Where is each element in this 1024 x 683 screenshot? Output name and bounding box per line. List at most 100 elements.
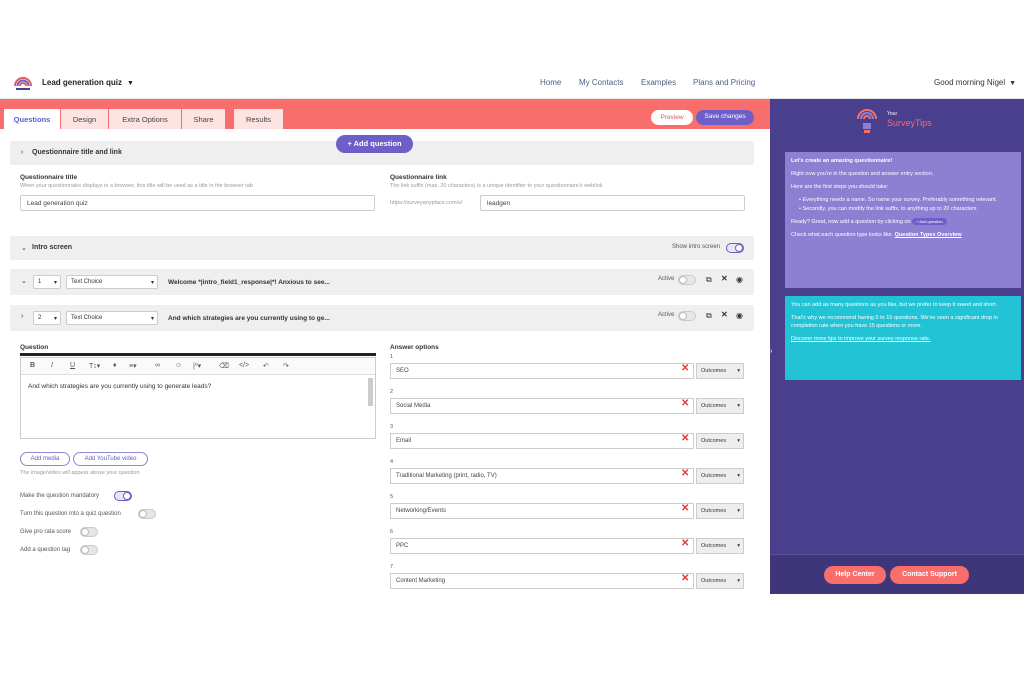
answer-option-input[interactable]: PPC [390, 538, 694, 554]
tip-bullet-text: Everything needs a name. So name your su… [802, 196, 998, 203]
outcomes-select[interactable]: Outcomes ▾ [696, 468, 744, 484]
placeholder-icon[interactable]: |⁰▾ [193, 362, 201, 370]
chevron-right-icon[interactable]: › [770, 348, 772, 355]
eye-icon[interactable]: ◉ [736, 275, 743, 284]
tab-share[interactable]: Share [182, 109, 225, 129]
remove-option-icon[interactable]: ✕ [681, 433, 689, 444]
tip-text: You can add as many questions as you lik… [791, 302, 998, 308]
question-tag-toggle[interactable] [80, 545, 98, 555]
tab-questions[interactable]: Questions [4, 109, 60, 129]
intro-screen-section-header[interactable]: ⌄ Intro screen [10, 236, 754, 260]
eye-icon[interactable]: ◉ [736, 311, 743, 320]
undo-icon[interactable]: ↶ [263, 362, 269, 370]
text-size-icon[interactable]: T↕▾ [89, 362, 100, 370]
remove-option-icon[interactable]: ✕ [681, 573, 689, 584]
emoji-icon[interactable]: ☺ [175, 362, 182, 369]
text-color-icon[interactable]: ♦ [113, 362, 117, 369]
pro-rata-toggle[interactable] [80, 527, 98, 537]
toggle-knob [139, 510, 147, 518]
tab-results[interactable]: Results [234, 109, 283, 129]
show-intro-toggle[interactable] [726, 243, 744, 253]
chevron-down-icon: ▼ [127, 80, 134, 87]
duplicate-icon[interactable]: ⧉ [706, 311, 712, 321]
code-icon[interactable]: </> [239, 362, 249, 369]
answer-option-number: 3 [390, 424, 394, 430]
outcomes-select[interactable]: Outcomes ▾ [696, 538, 744, 554]
answer-option-input[interactable]: Social Media [390, 398, 694, 414]
remove-option-icon[interactable]: ✕ [681, 398, 689, 409]
close-icon[interactable]: ✕ [721, 274, 728, 283]
nav-plans-pricing[interactable]: Plans and Pricing [693, 78, 755, 87]
questionnaire-link-input[interactable]: leadgen [480, 195, 745, 211]
add-media-button[interactable]: Add media [20, 452, 70, 466]
quiz-name-dropdown[interactable]: Lead generation quiz ▼ [42, 78, 134, 87]
italic-icon[interactable]: I [51, 362, 53, 369]
editor-scrollbar[interactable] [368, 378, 373, 406]
quiz-question-toggle[interactable] [138, 509, 156, 519]
close-icon[interactable]: ✕ [721, 310, 728, 319]
add-question-button[interactable]: + Add question [336, 135, 413, 153]
question-number-select[interactable]: 1 ▾ [33, 275, 61, 289]
remove-option-icon[interactable]: ✕ [681, 503, 689, 514]
question-number-select[interactable]: 2 ▾ [33, 311, 61, 325]
chevron-down-icon: ▾ [737, 508, 740, 514]
align-icon[interactable]: ≡▾ [129, 362, 137, 370]
mandatory-toggle[interactable] [114, 491, 132, 501]
outcomes-select[interactable]: Outcomes ▾ [696, 398, 744, 414]
outcomes-select[interactable]: Outcomes ▾ [696, 433, 744, 449]
add-question-badge[interactable]: + Add question [912, 217, 947, 225]
question-title[interactable]: Welcome *|intro_field1_response|*! Anxio… [168, 279, 330, 286]
nav-examples[interactable]: Examples [641, 78, 676, 87]
nav-home[interactable]: Home [540, 78, 561, 87]
greeting-label: Good morning Nigel [934, 78, 1006, 87]
active-toggle[interactable] [678, 275, 696, 285]
toggle-knob [81, 528, 89, 536]
contact-support-button[interactable]: Contact Support [890, 566, 969, 584]
clear-format-icon[interactable]: ⌫ [219, 362, 229, 370]
chevron-down-icon: ▾ [737, 473, 740, 479]
outcomes-label: Outcomes [701, 368, 727, 374]
remove-option-icon[interactable]: ✕ [681, 363, 689, 374]
section-label: Questionnaire title and link [32, 149, 122, 156]
answer-option-input[interactable]: Email [390, 433, 694, 449]
question-type-select[interactable]: Text Choice ▾ [66, 311, 158, 325]
tab-design[interactable]: Design [61, 109, 108, 129]
nav-my-contacts[interactable]: My Contacts [579, 78, 623, 87]
add-youtube-button[interactable]: Add YouTube video [73, 452, 148, 466]
underline-icon[interactable]: U [70, 362, 75, 369]
question-type-select[interactable]: Text Choice ▾ [66, 275, 158, 289]
tab-extra-options[interactable]: Extra Options [109, 109, 181, 129]
tip-bullet: • Everything needs a name. So name your … [799, 196, 998, 203]
editor-top-border [20, 353, 376, 356]
remove-option-icon[interactable]: ✕ [681, 468, 689, 479]
help-center-button[interactable]: Help Center [824, 566, 886, 584]
answer-option-input[interactable]: Networking/Events [390, 503, 694, 519]
outcomes-select[interactable]: Outcomes ▾ [696, 363, 744, 379]
link-icon[interactable]: ∞ [155, 362, 160, 369]
question-types-link[interactable]: Question Types Overview [895, 232, 962, 238]
duplicate-icon[interactable]: ⧉ [706, 275, 712, 285]
answer-option-input[interactable]: Content Marketing [390, 573, 694, 589]
tip-text: That's why we recommend having 5 to 15 q… [791, 314, 998, 329]
bold-icon[interactable]: B [30, 362, 35, 369]
outcomes-select[interactable]: Outcomes ▾ [696, 573, 744, 589]
outcomes-select[interactable]: Outcomes ▾ [696, 503, 744, 519]
save-changes-button[interactable]: Save changes [696, 110, 754, 125]
question-title[interactable]: And which strategies are you currently u… [168, 315, 330, 322]
question-rich-text-editor[interactable]: B I U T↕▾ ♦ ≡▾ ∞ ☺ |⁰▾ ⌫ </> ↶ ↷ And whi… [20, 357, 376, 439]
answer-option-input[interactable]: Traditional Marketing (print, radio, TV) [390, 468, 694, 484]
surveyanyplace-logo-icon[interactable] [12, 72, 34, 94]
redo-icon[interactable]: ↷ [283, 362, 289, 370]
question-number: 1 [38, 279, 42, 285]
tip-bullet: • Secondly, you can modify the link suff… [799, 205, 977, 212]
question-label: Question [20, 344, 49, 351]
questionnaire-title-input[interactable]: Lead generation quiz [20, 195, 375, 211]
preview-button[interactable]: Preview [651, 110, 693, 125]
remove-option-icon[interactable]: ✕ [681, 538, 689, 549]
tip-text: Here are the first steps you should take… [791, 183, 889, 190]
chevron-down-icon: ▾ [150, 316, 154, 322]
answer-option-input[interactable]: SEO [390, 363, 694, 379]
active-toggle[interactable] [678, 311, 696, 321]
response-rate-tips-link[interactable]: Discover more tips to improve your surve… [791, 336, 1015, 344]
user-menu[interactable]: Good morning Nigel ▼ [934, 78, 1016, 87]
